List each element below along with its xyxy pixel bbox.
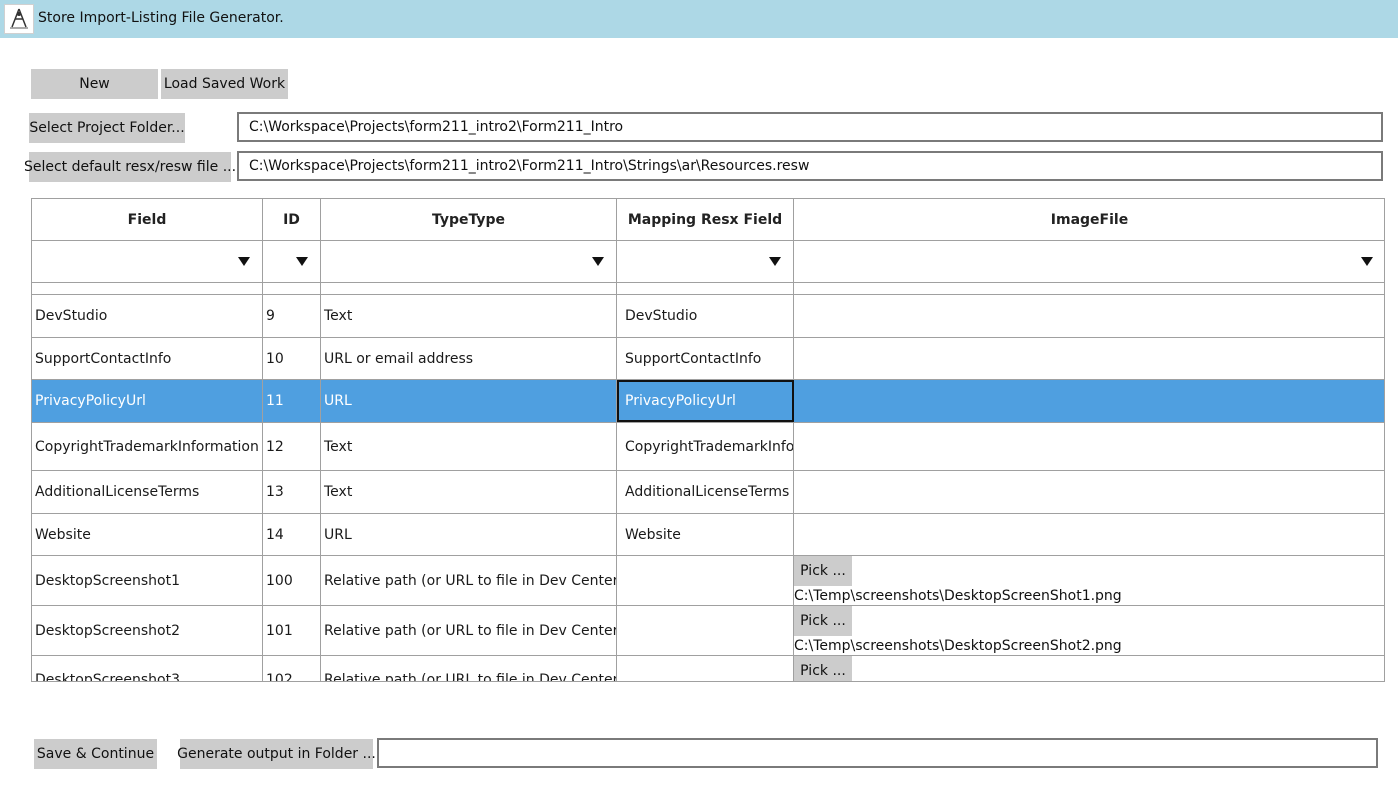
column-header-imagefile[interactable]: ImageFile — [794, 199, 1384, 241]
cell-imagefile[interactable]: Pick ... — [794, 656, 1384, 681]
cell-mapping[interactable] — [617, 656, 794, 681]
cell-id[interactable]: 9 — [263, 295, 321, 337]
cell-type[interactable]: Text — [321, 295, 617, 337]
cell-imagefile[interactable]: Pick ... C:\Temp\screenshots\DesktopScre… — [794, 556, 1384, 605]
cell-mapping-focused[interactable]: PrivacyPolicyUrl — [617, 380, 794, 422]
filter-type-dropdown[interactable] — [321, 241, 617, 283]
generate-output-button[interactable]: Generate output in Folder ... — [177, 739, 376, 769]
image-path: C:\Temp\screenshots\DesktopScreenShot2.p… — [794, 638, 1122, 654]
cell-field[interactable]: DesktopScreenshot1 — [32, 556, 263, 605]
cell-mapping[interactable]: DevStudio — [617, 295, 794, 337]
cell-type[interactable]: Relative path (or URL to file in Dev Cen… — [321, 606, 617, 655]
cell-type[interactable]: URL — [321, 380, 617, 422]
cell-imagefile[interactable] — [794, 338, 1384, 379]
table-row[interactable]: DesktopScreenshot3 102 Relative path (or… — [32, 656, 1384, 681]
cell-type[interactable]: URL or email address — [321, 338, 617, 379]
filter-mapping-dropdown[interactable] — [617, 241, 794, 283]
cell — [794, 283, 1384, 294]
cell-id[interactable]: 101 — [263, 606, 321, 655]
table-row[interactable]: AdditionalLicenseTerms 13 Text Additiona… — [32, 471, 1384, 514]
cell-id[interactable]: 100 — [263, 556, 321, 605]
cell — [263, 283, 321, 294]
cell-mapping[interactable]: Website — [617, 514, 794, 555]
cell-imagefile[interactable] — [794, 423, 1384, 470]
window-title: Store Import-Listing File Generator. — [38, 10, 284, 26]
cell-field[interactable]: AdditionalLicenseTerms — [32, 471, 263, 513]
cell-type[interactable]: Relative path (or URL to file in Dev Cen… — [321, 556, 617, 605]
cell-mapping[interactable] — [617, 556, 794, 605]
table-row-selected[interactable]: PrivacyPolicyUrl 11 URL PrivacyPolicyUrl — [32, 380, 1384, 423]
dropdown-arrow-icon — [238, 257, 250, 266]
cell-id[interactable]: 102 — [263, 656, 321, 681]
cell-field[interactable]: PrivacyPolicyUrl — [32, 380, 263, 422]
cell-type[interactable]: Relative path (or URL to file in Dev Cen… — [321, 656, 617, 681]
cell-field[interactable]: Website — [32, 514, 263, 555]
project-folder-field[interactable]: C:\Workspace\Projects\form211_intro2\For… — [237, 112, 1383, 142]
select-project-folder-button[interactable]: Select Project Folder... — [29, 113, 185, 143]
cell-field[interactable]: SupportContactInfo — [32, 338, 263, 379]
dropdown-arrow-icon — [592, 257, 604, 266]
resx-file-field[interactable]: C:\Workspace\Projects\form211_intro2\For… — [237, 151, 1383, 181]
cell-imagefile[interactable]: Pick ... C:\Temp\screenshots\DesktopScre… — [794, 606, 1384, 655]
table-row[interactable]: DesktopScreenshot1 100 Relative path (or… — [32, 556, 1384, 606]
table-row[interactable]: DevStudio 9 Text DevStudio — [32, 295, 1384, 338]
cell-type[interactable]: URL — [321, 514, 617, 555]
dropdown-arrow-icon — [296, 257, 308, 266]
image-path: C:\Temp\screenshots\DesktopScreenShot1.p… — [794, 588, 1122, 604]
cell-field[interactable]: CopyrightTrademarkInformation — [32, 423, 263, 470]
pick-image-button[interactable]: Pick ... — [794, 556, 852, 586]
filter-field-dropdown[interactable] — [32, 241, 263, 283]
column-header-typetype[interactable]: TypeType — [321, 199, 617, 241]
app-logo-icon — [4, 4, 34, 34]
dropdown-arrow-icon — [769, 257, 781, 266]
column-header-mapping[interactable]: Mapping Resx Field — [617, 199, 794, 241]
cell-mapping[interactable] — [617, 606, 794, 655]
save-continue-button[interactable]: Save & Continue — [34, 739, 157, 769]
column-header-field[interactable]: Field — [32, 199, 263, 241]
new-button[interactable]: New — [31, 69, 158, 99]
pick-image-button[interactable]: Pick ... — [794, 606, 852, 636]
table-row[interactable]: Website 14 URL Website — [32, 514, 1384, 556]
cell-id[interactable]: 11 — [263, 380, 321, 422]
data-grid[interactable]: Field ID TypeType Mapping Resx Field Ima… — [31, 198, 1385, 682]
cell — [321, 283, 617, 294]
cell-mapping[interactable]: SupportContactInfo — [617, 338, 794, 379]
select-resx-file-button[interactable]: Select default resx/resw file ... — [24, 152, 236, 182]
output-folder-field[interactable] — [377, 738, 1378, 768]
cell-field[interactable]: DesktopScreenshot2 — [32, 606, 263, 655]
dropdown-arrow-icon — [1361, 257, 1373, 266]
cell-imagefile[interactable] — [794, 514, 1384, 555]
pick-image-button[interactable]: Pick ... — [794, 656, 852, 681]
cell — [617, 283, 794, 294]
cell-field[interactable]: DevStudio — [32, 295, 263, 337]
table-row[interactable]: CopyrightTrademarkInformation 12 Text Co… — [32, 423, 1384, 471]
cell-mapping[interactable]: CopyrightTrademarkInfor — [617, 423, 794, 470]
cell-type[interactable]: Text — [321, 471, 617, 513]
cell-id[interactable]: 10 — [263, 338, 321, 379]
cell — [32, 283, 263, 294]
cell-field[interactable]: DesktopScreenshot3 — [32, 656, 263, 681]
load-saved-work-button[interactable]: Load Saved Work — [161, 69, 288, 99]
cell-id[interactable]: 12 — [263, 423, 321, 470]
table-row-partial — [32, 283, 1384, 295]
cell-mapping[interactable]: AdditionalLicenseTerms — [617, 471, 794, 513]
table-row[interactable]: DesktopScreenshot2 101 Relative path (or… — [32, 606, 1384, 656]
table-row[interactable]: SupportContactInfo 10 URL or email addre… — [32, 338, 1384, 380]
cell-imagefile[interactable] — [794, 295, 1384, 337]
filter-imagefile-dropdown[interactable] — [794, 241, 1384, 283]
cell-id[interactable]: 13 — [263, 471, 321, 513]
cell-imagefile[interactable] — [794, 380, 1384, 422]
filter-id-dropdown[interactable] — [263, 241, 321, 283]
cell-type[interactable]: Text — [321, 423, 617, 470]
title-bar: Store Import-Listing File Generator. — [0, 0, 1398, 38]
column-header-id[interactable]: ID — [263, 199, 321, 241]
cell-id[interactable]: 14 — [263, 514, 321, 555]
cell-imagefile[interactable] — [794, 471, 1384, 513]
